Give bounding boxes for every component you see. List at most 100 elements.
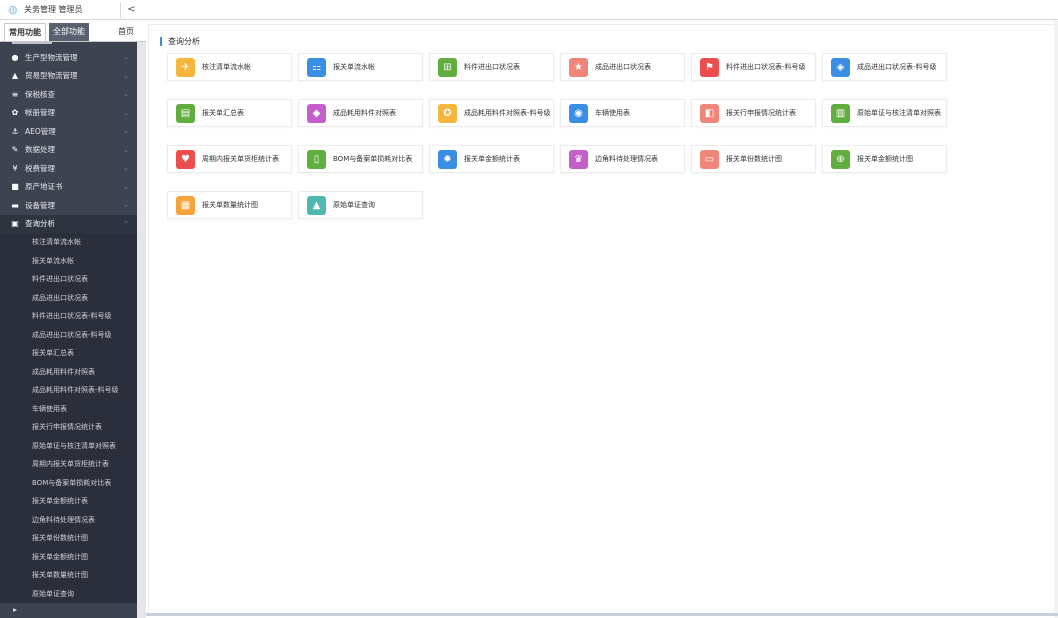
query-card-label: 原始单证与核注清单对照表 — [857, 109, 941, 117]
query-card-label: 报关单金额统计图 — [857, 155, 913, 163]
query-card[interactable]: ▤ 报关单汇总表 — [167, 99, 292, 127]
sidebar-tabs: 常用功能 全部功能 首页 — [0, 20, 146, 42]
compass-icon: ◉ — [569, 103, 588, 123]
stack-icon: ◈ — [831, 57, 850, 77]
collapse-sidebar-button[interactable]: < — [120, 2, 142, 18]
submenu-item[interactable]: 料件进出口状况表-料号级 — [0, 307, 137, 326]
sidebar-item-label: 贸易型物流管理 — [25, 71, 78, 81]
submenu-item[interactable]: 核注清单流水帐 — [0, 233, 137, 252]
sidebar-item-0[interactable]: ● 生产型物流管理 ⌄ — [0, 48, 137, 67]
submenu-item[interactable]: 报关行申报情况统计表 — [0, 418, 137, 437]
edit-icon: ✎ — [11, 145, 19, 155]
book-icon: ▯ — [307, 149, 326, 169]
submenu-item[interactable]: 报关单汇总表 — [0, 344, 137, 363]
query-card-label: 周期内报关单货柜统计表 — [202, 155, 279, 163]
submenu-item[interactable]: 报关单金额统计表 — [0, 492, 137, 511]
sidebar-item-label: 原产地证书 — [25, 182, 63, 192]
triangles-icon: ▲ — [307, 195, 326, 215]
chevron-down-icon: ⌄ — [123, 145, 129, 154]
query-card-label: 料件进出口状况表 — [464, 63, 520, 71]
query-card-label: 料件进出口状况表-料号级 — [726, 63, 806, 71]
chevron-up-icon: ⌃ — [123, 219, 129, 228]
menu-icon: ▸ — [13, 604, 17, 614]
query-card[interactable]: ⊕ 报关单金额统计图 — [822, 145, 947, 173]
submenu-item[interactable]: 报关单数量统计图 — [0, 566, 137, 585]
sidebar-item-8[interactable]: ▬ 设备管理 ⌄ — [0, 196, 137, 215]
query-card[interactable]: ★ 成品进出口状况表 — [560, 53, 685, 81]
query-card-label: BOM与备案单损耗对比表 — [333, 155, 413, 163]
sidebar-item-5[interactable]: ✎ 数据处理 ⌄ — [0, 141, 137, 160]
query-card[interactable]: ▲ 原始单证查询 — [298, 191, 423, 219]
sidebar-item-3[interactable]: ✿ 帐册管理 ⌄ — [0, 104, 137, 123]
query-card[interactable]: ◈ 成品进出口状况表-料号级 — [822, 53, 947, 81]
query-card[interactable]: ◆ 成品耗用料件对照表 — [298, 99, 423, 127]
device-icon: ▬ — [11, 200, 19, 210]
box-icon: ◧ — [700, 103, 719, 123]
sidebar-item-9[interactable]: ▣ 查询分析 ⌃ — [0, 214, 137, 233]
submenu-item[interactable]: 车辆使用表 — [0, 400, 137, 419]
query-card[interactable]: ✹ 报关单金额统计表 — [429, 145, 554, 173]
submenu-item[interactable]: 成品进出口状况表 — [0, 289, 137, 308]
main-content: 查询分析 ✈ 核注清单流水帐 ⚏ 报关单流水帐 ⊞ 料件进出口状况表 ★ 成品进出口状况表 ⚑ 料… — [146, 20, 1058, 618]
query-card[interactable]: ⚑ 料件进出口状况表-料号级 — [691, 53, 816, 81]
cart-icon: ▲ — [11, 71, 19, 81]
sidebar-item-7[interactable]: ■ 原产地证书 ⌄ — [0, 178, 137, 197]
gear-icon: ✿ — [11, 108, 19, 118]
tab-home[interactable]: 首页 — [114, 23, 138, 41]
query-card[interactable]: ▭ 报关单份数统计图 — [691, 145, 816, 173]
menu-item-clipped-bottom[interactable]: ▸ — [0, 603, 137, 615]
document-icon: ▤ — [176, 103, 195, 123]
query-card[interactable]: ▦ 报关单数量统计图 — [167, 191, 292, 219]
query-card[interactable]: ▯ BOM与备案单损耗对比表 — [298, 145, 423, 173]
query-card[interactable]: ◧ 报关行申报情况统计表 — [691, 99, 816, 127]
submenu-item[interactable]: 成品进出口状况表-料号级 — [0, 326, 137, 345]
query-card[interactable]: ⚏ 报关单流水帐 — [298, 53, 423, 81]
anchor-icon: ⚓ — [11, 126, 19, 136]
submenu-item[interactable]: 报关单流水帐 — [0, 252, 137, 271]
query-card[interactable]: ▥ 原始单证与核注清单对照表 — [822, 99, 947, 127]
query-card[interactable]: ⊞ 料件进出口状况表 — [429, 53, 554, 81]
cart2-icon: ¥ — [12, 163, 18, 173]
query-card-label: 报关行申报情况统计表 — [726, 109, 796, 117]
submenu-item[interactable]: 成品耗用料件对照表-料号级 — [0, 381, 137, 400]
sidebar-item-1[interactable]: ▲ 贸易型物流管理 ⌄ — [0, 67, 137, 86]
chevron-down-icon: ⌄ — [123, 108, 129, 117]
query-card[interactable]: ✪ 成品耗用料件对照表-料号级 — [429, 99, 554, 127]
submenu-item[interactable]: BOM与备案单损耗对比表 — [0, 474, 137, 493]
sidebar-scrollbar[interactable] — [137, 42, 146, 618]
sidebar-item-label: 数据处理 — [25, 145, 55, 155]
plane-icon: ✈ — [176, 57, 195, 77]
submenu-item[interactable]: 原始单证与核注清单对照表 — [0, 437, 137, 456]
top-bar — [145, 0, 1058, 20]
submenu-item[interactable]: 周期内报关单货柜统计表 — [0, 455, 137, 474]
chevron-down-icon: ⌄ — [123, 90, 129, 99]
main-scrollbar[interactable] — [1054, 20, 1058, 618]
award-icon: ✪ — [438, 103, 457, 123]
sidebar-item-label: AEO管理 — [25, 126, 56, 136]
query-card-label: 报关单数量统计图 — [202, 201, 258, 209]
sidebar-item-label: 保税核查 — [25, 89, 55, 99]
submenu-item[interactable]: 成品耗用料件对照表 — [0, 363, 137, 382]
sidebar-item-label: 生产型物流管理 — [25, 52, 78, 62]
tab-common-functions[interactable]: 常用功能 — [4, 23, 46, 41]
chevron-down-icon: ⌄ — [123, 71, 129, 80]
query-card-label: 车辆使用表 — [595, 109, 630, 117]
sidebar-item-2[interactable]: ≡ 保税核查 ⌄ — [0, 85, 137, 104]
sidebar-item-4[interactable]: ⚓ AEO管理 ⌄ — [0, 122, 137, 141]
submenu-item[interactable]: 原始单证查询 — [0, 585, 137, 604]
query-card[interactable]: ✈ 核注清单流水帐 — [167, 53, 292, 81]
star-icon: ★ — [569, 57, 588, 77]
flag-icon: ⚑ — [700, 57, 719, 77]
query-card[interactable]: ♥ 周期内报关单货柜统计表 — [167, 145, 292, 173]
tab-all-functions[interactable]: 全部功能 — [49, 23, 89, 41]
submenu-item[interactable]: 边角料待处理情况表 — [0, 511, 137, 530]
submenu-item[interactable]: 报关单金额统计图 — [0, 548, 137, 567]
submenu-item[interactable]: 料件进出口状况表 — [0, 270, 137, 289]
app-logo-icon: ◍ — [8, 2, 18, 16]
sidebar-item-6[interactable]: ¥ 税费管理 ⌄ — [0, 159, 137, 178]
query-card-label: 报关单金额统计表 — [464, 155, 520, 163]
query-card[interactable]: ◉ 车辆使用表 — [560, 99, 685, 127]
submenu-item[interactable]: 报关单份数统计图 — [0, 529, 137, 548]
query-card[interactable]: ♛ 边角料待处理情况表 — [560, 145, 685, 173]
section-title: 查询分析 — [160, 37, 200, 46]
